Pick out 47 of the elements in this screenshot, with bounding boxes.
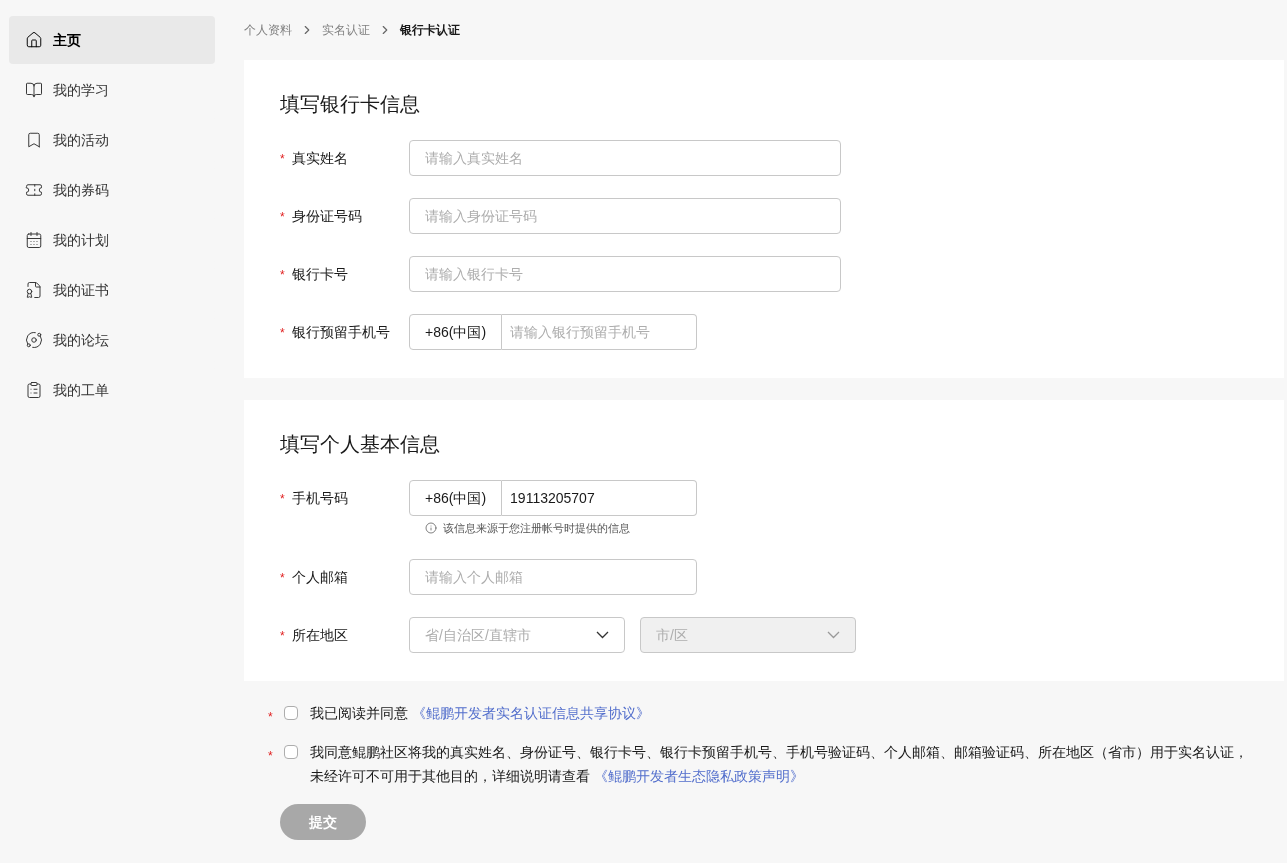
- book-icon: [25, 81, 43, 99]
- ticket-icon: [25, 181, 43, 199]
- field-label: 个人邮箱: [292, 567, 348, 587]
- breadcrumb-link[interactable]: 实名认证: [322, 22, 370, 38]
- required-mark: *: [280, 326, 285, 340]
- field-label: 银行卡号: [292, 265, 348, 284]
- hint-text: 该信息来源于您注册帐号时提供的信息: [443, 521, 630, 536]
- input-field[interactable]: 请输入个人邮箱: [409, 558, 697, 595]
- calendar-icon: [25, 231, 43, 249]
- country-code[interactable]: +86(中国): [409, 480, 503, 516]
- phone-input[interactable]: 请输入银行预留手机号: [502, 314, 697, 350]
- agreement-link[interactable]: 《鲲鹏开发者生态隐私政策声明》: [593, 767, 804, 784]
- required-mark: *: [268, 748, 273, 763]
- section-title: 填写个人基本信息: [280, 432, 441, 457]
- planet-icon: [25, 331, 43, 349]
- field-label: 手机号码: [292, 489, 348, 508]
- file-icon: [25, 281, 43, 299]
- required-mark: *: [280, 492, 285, 506]
- input-field[interactable]: 请输入银行卡号: [409, 256, 841, 292]
- required-mark: *: [280, 570, 285, 585]
- field-label: 身份证号码: [292, 207, 362, 226]
- sidebar-item[interactable]: 主页: [9, 16, 215, 64]
- required-mark: *: [280, 152, 285, 166]
- field-label: 真实姓名: [292, 149, 348, 168]
- checkbox[interactable]: [284, 744, 298, 759]
- section-title: 填写银行卡信息: [280, 92, 421, 117]
- agreement-text: 我已阅读并同意 《鲲鹏开发者实名认证信息共享协议》: [310, 703, 650, 723]
- field-label: 银行预留手机号: [292, 323, 390, 342]
- required-mark: *: [280, 628, 285, 643]
- country-code[interactable]: +86(中国): [409, 314, 503, 350]
- chevron-icon: [827, 630, 840, 639]
- agreement-text: 我同意鲲鹏社区将我的真实姓名、身份证号、银行卡号、银行卡预留手机号、手机号验证码、个人邮箱、邮箱验证码、所在地区（省市）用于实名认证，未经许可不可用于其他目的，详细说明请查看 《鲲鹏开发者生态隐私政策声明》: [310, 742, 1249, 786]
- bookmark-icon: [25, 131, 43, 149]
- required-mark: *: [268, 709, 273, 724]
- info-icon: [425, 522, 437, 535]
- input-field[interactable]: 请输入身份证号码: [409, 198, 841, 234]
- breadcrumb-link[interactable]: 个人资料: [244, 22, 292, 38]
- agreement-link[interactable]: 《鲲鹏开发者实名认证信息共享协议》: [411, 704, 650, 721]
- clipboard-icon: [25, 381, 43, 399]
- house-icon: [25, 31, 43, 49]
- phone-input[interactable]: 19113205707: [502, 480, 697, 516]
- input-field[interactable]: 请输入真实姓名: [409, 140, 841, 176]
- required-mark: *: [280, 210, 285, 224]
- required-mark: *: [280, 268, 285, 282]
- chevron-icon: [596, 630, 609, 639]
- field-label: 所在地区: [292, 625, 348, 645]
- checkbox[interactable]: [284, 705, 298, 720]
